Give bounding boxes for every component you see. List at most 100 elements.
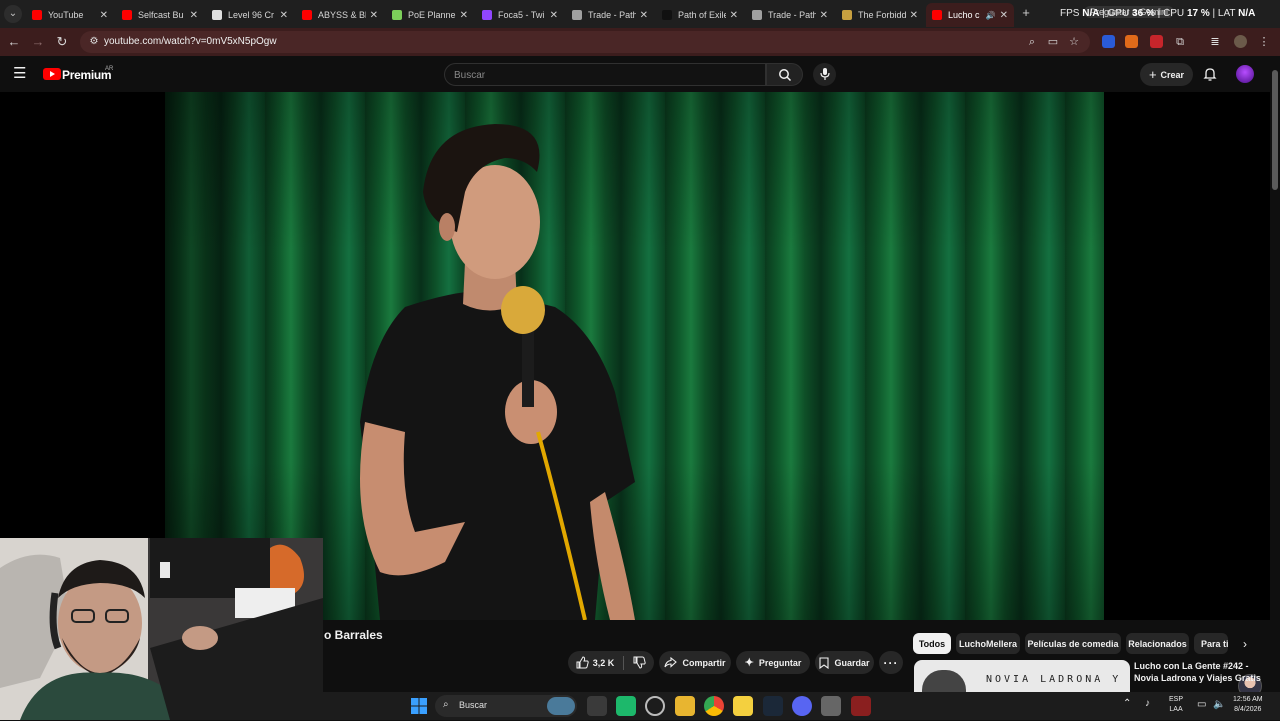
lat-value: N/A (1238, 8, 1256, 19)
obs-icon[interactable] (645, 696, 665, 716)
youtube-brand[interactable]: Premium (62, 68, 112, 82)
bell-icon (1203, 68, 1217, 81)
microphone-icon (819, 68, 830, 80)
game-app-icon[interactable] (851, 696, 871, 716)
chip-todos[interactable]: Todos (913, 633, 951, 654)
volume-icon[interactable]: 🔈 (1213, 699, 1225, 710)
browser-tab[interactable]: PoE Planne ✕ (386, 3, 474, 27)
tab-favicon-icon (842, 10, 852, 20)
chip-relacionados[interactable]: Relacionados (1126, 633, 1189, 654)
site-info-icon[interactable]: ⚙ (86, 34, 102, 50)
browser-tab[interactable]: Level 96 Cr ✕ (206, 3, 294, 27)
app-icon[interactable] (821, 696, 841, 716)
address-bar[interactable]: ⚙ youtube.com/watch?v=0mV5xN5pOgw (80, 31, 1090, 53)
like-button[interactable]: 3,2 K (576, 656, 614, 669)
url-text[interactable]: youtube.com/watch?v=0mV5xN5pOgw (104, 36, 277, 47)
tab-close-icon[interactable]: ✕ (190, 10, 198, 21)
chip-peliculas-comedia[interactable]: Películas de comedia (1025, 633, 1121, 654)
browser-tab[interactable]: Trade - Path ✕ (566, 3, 654, 27)
tab-close-icon[interactable]: ✕ (370, 10, 378, 21)
back-arrow-icon[interactable]: ← (6, 34, 22, 50)
browser-tab[interactable]: The Forbidd ✕ (836, 3, 924, 27)
tab-audio-icon[interactable]: 🔊 (986, 11, 996, 20)
profile-avatar-icon[interactable] (1234, 35, 1247, 48)
language-indicator[interactable]: ESP LAA (1169, 695, 1183, 715)
network-icon[interactable]: ▭ (1197, 699, 1206, 710)
tab-close-icon[interactable]: ✕ (280, 10, 288, 21)
create-label: Crear (1160, 69, 1185, 80)
hamburger-menu-icon[interactable]: ☰ (13, 66, 29, 82)
discord-icon[interactable] (792, 696, 812, 716)
tab-close-icon[interactable]: ✕ (730, 10, 738, 21)
forward-arrow-icon[interactable]: → (30, 34, 46, 50)
cast-icon[interactable]: ▭ (1045, 34, 1061, 50)
chips-next-chevron-icon[interactable]: › (1236, 635, 1254, 653)
sticky-notes-icon[interactable] (733, 696, 753, 716)
save-button[interactable]: Guardar (815, 651, 874, 674)
share-button[interactable]: Compartir (659, 651, 731, 674)
reading-list-icon[interactable]: ≣ (1207, 34, 1223, 50)
zoom-icon[interactable]: ⌕ (1024, 34, 1040, 50)
xbox-app-icon[interactable] (616, 696, 636, 716)
taskbar-clock[interactable]: 12:56 AM 8/4/2026 (1233, 695, 1263, 715)
browser-tab[interactable]: Selfcast Bu ✕ (116, 3, 204, 27)
voice-search-button[interactable] (813, 63, 836, 86)
taskbar-search[interactable]: ⌕ Buscar (435, 695, 577, 717)
file-explorer-icon[interactable] (675, 696, 695, 716)
task-view-icon[interactable] (587, 696, 607, 716)
chip-para-ti[interactable]: Para ti (1194, 633, 1228, 654)
tab-close-icon[interactable]: ✕ (640, 10, 648, 21)
extension-fox-icon[interactable] (1125, 35, 1138, 48)
browser-menu-icon[interactable]: ⋮ (1256, 34, 1272, 50)
bookmark-star-icon[interactable]: ☆ (1066, 34, 1082, 50)
gpu-label: GPU (1107, 8, 1130, 19)
tab-title: Level 96 Cr (228, 10, 275, 20)
tab-close-icon[interactable]: ✕ (550, 10, 558, 21)
browser-tab[interactable]: ABYSS & Bl ✕ (296, 3, 384, 27)
tab-favicon-icon (392, 10, 402, 20)
tab-close-icon[interactable]: ✕ (1000, 10, 1008, 21)
language-code: ESP (1169, 696, 1184, 703)
user-avatar[interactable] (1236, 65, 1254, 83)
ask-button[interactable]: ✦ Preguntar (736, 651, 810, 674)
tab-search-chevron-icon[interactable]: ⌄ (4, 5, 22, 23)
browser-tab[interactable]: YouTube ✕ (26, 3, 114, 27)
thumbs-down-icon[interactable] (633, 656, 646, 669)
tab-close-icon[interactable]: ✕ (460, 10, 468, 21)
extensions-puzzle-icon[interactable]: ⧉ (1172, 34, 1188, 50)
browser-tab[interactable]: Trade - Path ✕ (746, 3, 834, 27)
cpu-label: CPU (1163, 8, 1185, 19)
tray-mic-icon[interactable]: ♪ (1145, 698, 1150, 709)
youtube-logo-icon[interactable] (43, 68, 61, 80)
browser-toolbar: ← → ↻ ⚙ youtube.com/watch?v=0mV5xN5pOgw … (0, 28, 1280, 56)
share-arrow-icon (664, 656, 678, 668)
new-tab-button[interactable]: + (1018, 5, 1034, 21)
more-actions-button[interactable]: ··· (879, 651, 903, 674)
lat-label: LAT (1217, 8, 1236, 19)
chrome-icon[interactable] (704, 696, 724, 716)
recommendation-title[interactable]: Lucho con La Gente #242 - Novia Ladrona … (1134, 660, 1264, 684)
windows-start-icon[interactable] (409, 696, 429, 716)
extension-record-icon[interactable] (1150, 35, 1163, 48)
search-icon (778, 69, 791, 82)
tab-close-icon[interactable]: ✕ (100, 10, 108, 21)
reload-icon[interactable]: ↻ (54, 34, 70, 50)
tray-chevron-up-icon[interactable]: ⌃ (1123, 698, 1131, 709)
scrollbar-thumb[interactable] (1272, 70, 1278, 190)
tab-close-icon[interactable]: ✕ (910, 10, 918, 21)
tab-title: Path of Exile (678, 10, 726, 20)
search-button[interactable] (766, 63, 803, 86)
browser-tab-strip: ⌄ YouTube ✕ Selfcast Bu ✕ Level 96 Cr ✕ ABYSS … (0, 0, 1280, 28)
notifications-button[interactable] (1202, 66, 1218, 82)
search-input[interactable] (454, 68, 754, 82)
tab-close-icon[interactable]: ✕ (820, 10, 828, 21)
extension-shield-icon[interactable] (1102, 35, 1115, 48)
cpu-value: 17 % (1186, 8, 1210, 19)
browser-tab[interactable]: Foca5 - Twi ✕ (476, 3, 564, 27)
browser-tab[interactable]: Lucho c 🔊 ✕ (926, 3, 1014, 27)
recommendation-thumbnail[interactable]: NOVIA LADRONA Y (914, 660, 1130, 692)
steam-icon[interactable] (763, 696, 783, 716)
chip-luchomellera[interactable]: LuchoMellera (956, 633, 1020, 654)
create-button[interactable]: + Crear (1140, 63, 1193, 86)
browser-tab[interactable]: Path of Exile ✕ (656, 3, 744, 27)
